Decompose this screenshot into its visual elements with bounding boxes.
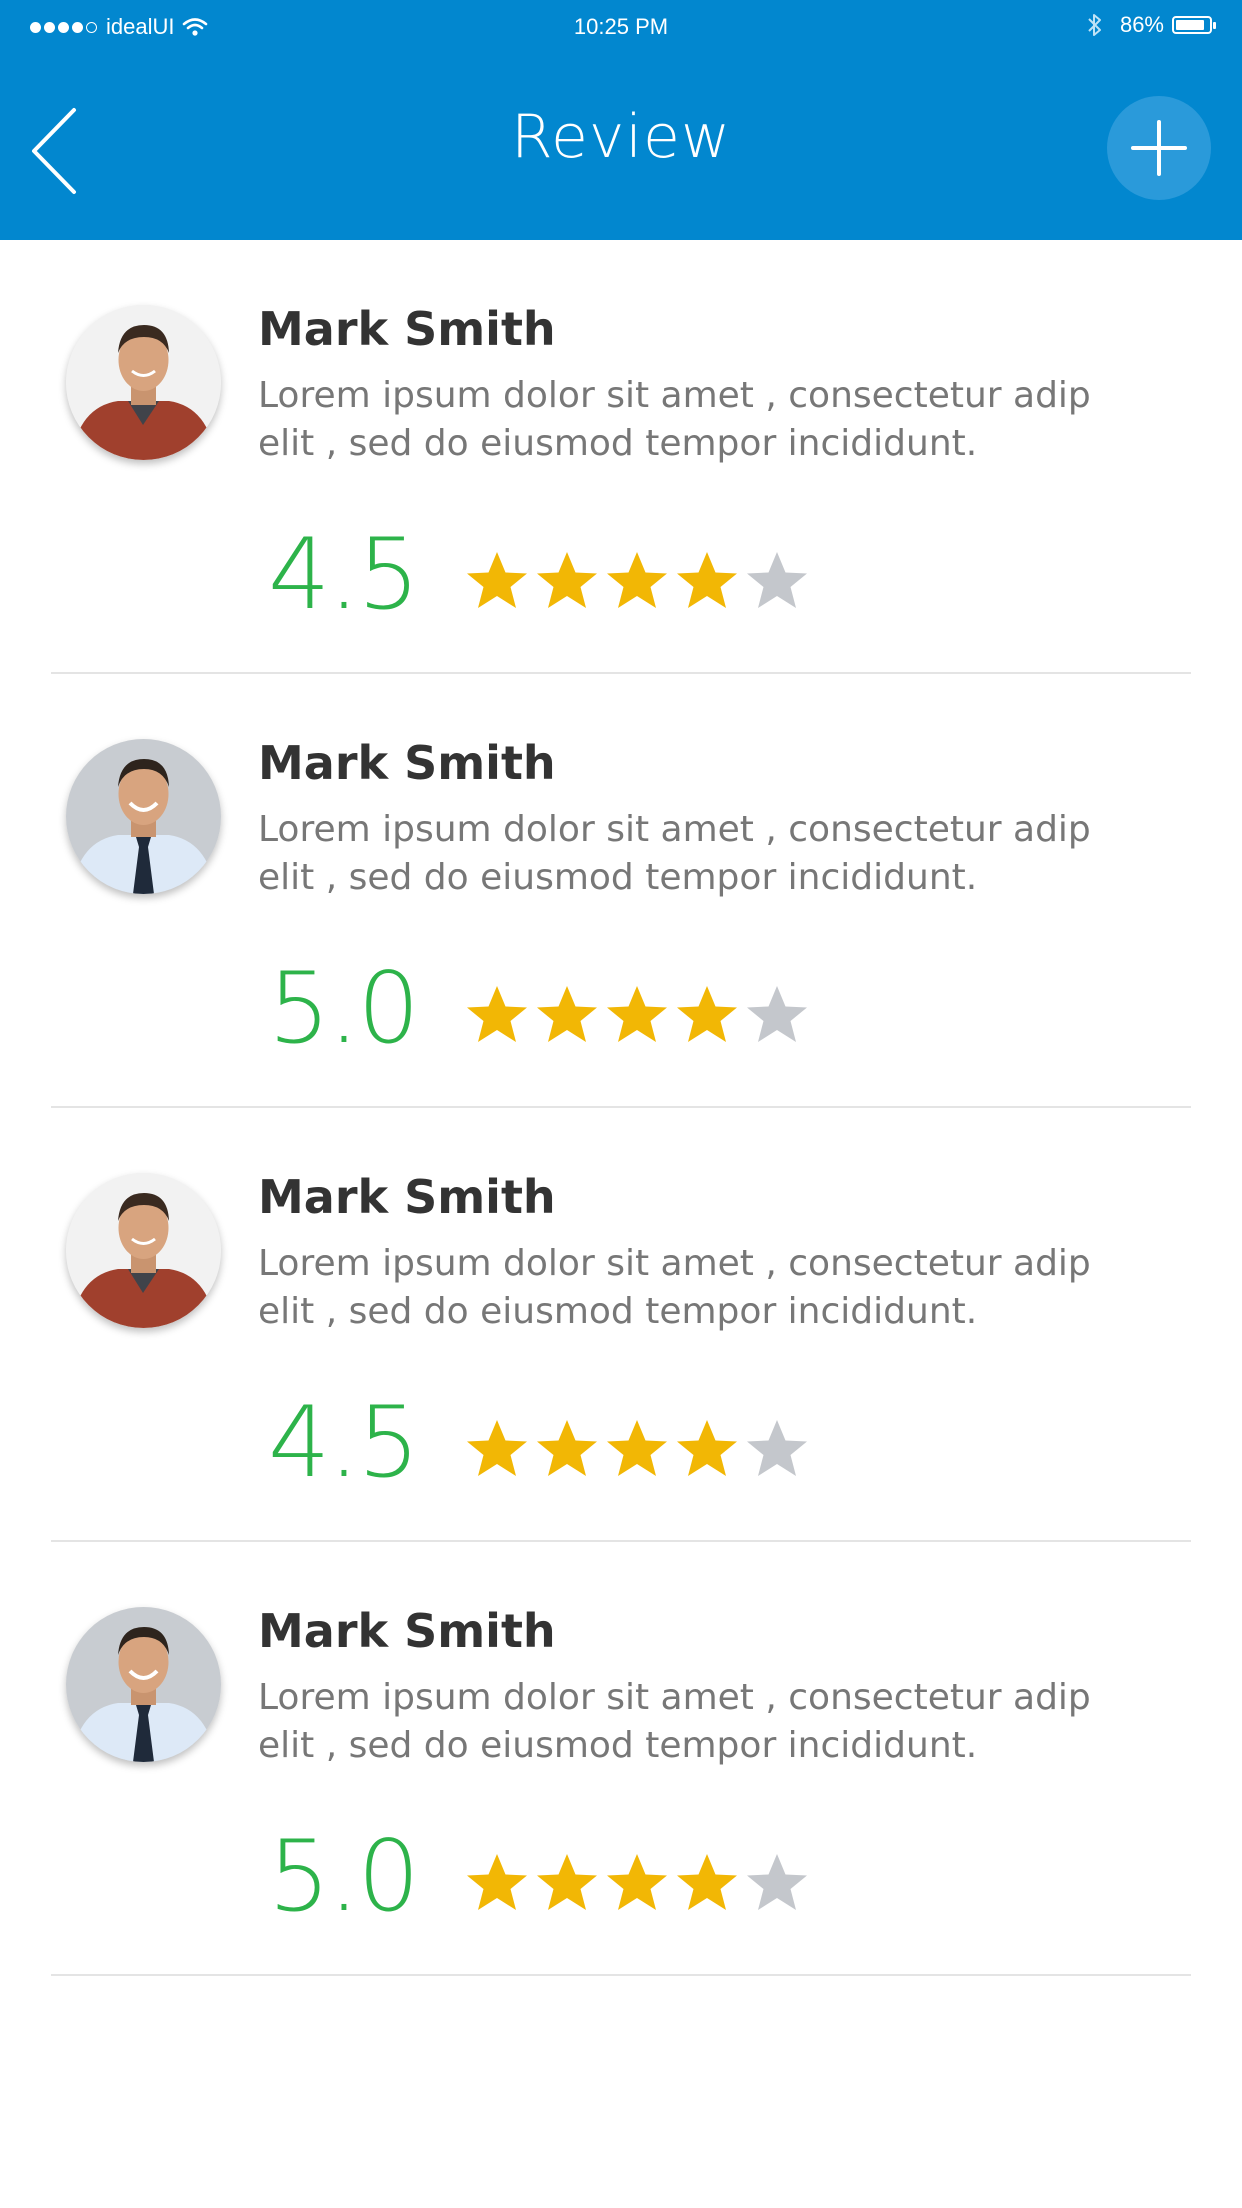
rating-stars bbox=[462, 982, 812, 1046]
review-text-line: Lorem ipsum dolor sit amet , consectetur… bbox=[258, 1677, 1091, 1718]
status-bar: idealUI 10:25 PM 86% bbox=[0, 0, 1242, 56]
star-filled-icon bbox=[537, 1420, 597, 1476]
rating-stars bbox=[462, 548, 812, 612]
review-text-line: elit , sed do eiusmod tempor incididunt. bbox=[258, 857, 978, 898]
nav-bar: Review bbox=[0, 56, 1242, 240]
avatar-red-shirt-image bbox=[66, 305, 221, 460]
review-text: Lorem ipsum dolor sit amet , consectetur… bbox=[258, 372, 1158, 468]
star-filled-icon bbox=[677, 986, 737, 1042]
star-empty-icon bbox=[747, 986, 807, 1042]
star-filled-icon bbox=[537, 986, 597, 1042]
rating-score: 5.0 bbox=[268, 952, 420, 1066]
star-filled-icon bbox=[467, 986, 527, 1042]
add-review-button[interactable] bbox=[1107, 96, 1211, 200]
star-filled-icon bbox=[677, 1854, 737, 1910]
rating-score: 5.0 bbox=[268, 1820, 420, 1934]
review-item[interactable]: Mark Smith Lorem ipsum dolor sit amet , … bbox=[0, 1108, 1242, 1542]
rating-stars bbox=[462, 1416, 812, 1480]
star-filled-icon bbox=[467, 552, 527, 608]
avatar bbox=[66, 305, 221, 460]
rating-stars bbox=[462, 1850, 812, 1914]
review-item[interactable]: Mark Smith Lorem ipsum dolor sit amet , … bbox=[0, 240, 1242, 674]
review-item[interactable]: Mark Smith Lorem ipsum dolor sit amet , … bbox=[0, 674, 1242, 1108]
avatar-shirt-tie-image bbox=[66, 739, 221, 894]
avatar-shirt-tie-image bbox=[66, 1607, 221, 1762]
battery-icon bbox=[1172, 16, 1216, 34]
battery-percent: 86% bbox=[1119, 12, 1164, 37]
review-text: Lorem ipsum dolor sit amet , consectetur… bbox=[258, 806, 1158, 902]
review-text-line: elit , sed do eiusmod tempor incididunt. bbox=[258, 1725, 978, 1766]
star-empty-icon bbox=[747, 1420, 807, 1476]
plus-icon bbox=[1131, 120, 1187, 176]
star-filled-icon bbox=[607, 1854, 667, 1910]
avatar bbox=[66, 1607, 221, 1762]
star-filled-icon bbox=[677, 552, 737, 608]
clock: 10:25 PM bbox=[573, 14, 669, 39]
review-text-line: elit , sed do eiusmod tempor incididunt. bbox=[258, 423, 978, 464]
page-title: Review bbox=[510, 102, 732, 172]
star-filled-icon bbox=[467, 1854, 527, 1910]
rating-score: 4.5 bbox=[268, 518, 420, 632]
battery-info: 86% bbox=[1086, 12, 1216, 38]
review-text-line: Lorem ipsum dolor sit amet , consectetur… bbox=[258, 375, 1091, 416]
star-filled-icon bbox=[537, 552, 597, 608]
star-filled-icon bbox=[607, 1420, 667, 1476]
star-empty-icon bbox=[747, 1854, 807, 1910]
review-text: Lorem ipsum dolor sit amet , consectetur… bbox=[258, 1240, 1158, 1336]
avatar bbox=[66, 739, 221, 894]
review-text: Lorem ipsum dolor sit amet , consectetur… bbox=[258, 1674, 1158, 1770]
review-item[interactable]: Mark Smith Lorem ipsum dolor sit amet , … bbox=[0, 1542, 1242, 1976]
star-filled-icon bbox=[677, 1420, 737, 1476]
star-filled-icon bbox=[537, 1854, 597, 1910]
review-text-line: Lorem ipsum dolor sit amet , consectetur… bbox=[258, 809, 1091, 850]
star-filled-icon bbox=[467, 1420, 527, 1476]
star-filled-icon bbox=[607, 552, 667, 608]
star-filled-icon bbox=[607, 986, 667, 1042]
reviewer-name: Mark Smith bbox=[258, 1170, 556, 1224]
reviewer-name: Mark Smith bbox=[258, 1604, 556, 1658]
reviewer-name: Mark Smith bbox=[258, 736, 556, 790]
divider bbox=[51, 1974, 1191, 1976]
review-text-line: elit , sed do eiusmod tempor incididunt. bbox=[258, 1291, 978, 1332]
avatar-red-shirt-image bbox=[66, 1173, 221, 1328]
rating-score: 4.5 bbox=[268, 1386, 420, 1500]
reviewer-name: Mark Smith bbox=[258, 302, 556, 356]
avatar bbox=[66, 1173, 221, 1328]
review-list: Mark Smith Lorem ipsum dolor sit amet , … bbox=[0, 240, 1242, 1976]
star-empty-icon bbox=[747, 552, 807, 608]
review-text-line: Lorem ipsum dolor sit amet , consectetur… bbox=[258, 1243, 1091, 1284]
bluetooth-icon bbox=[1088, 14, 1101, 36]
